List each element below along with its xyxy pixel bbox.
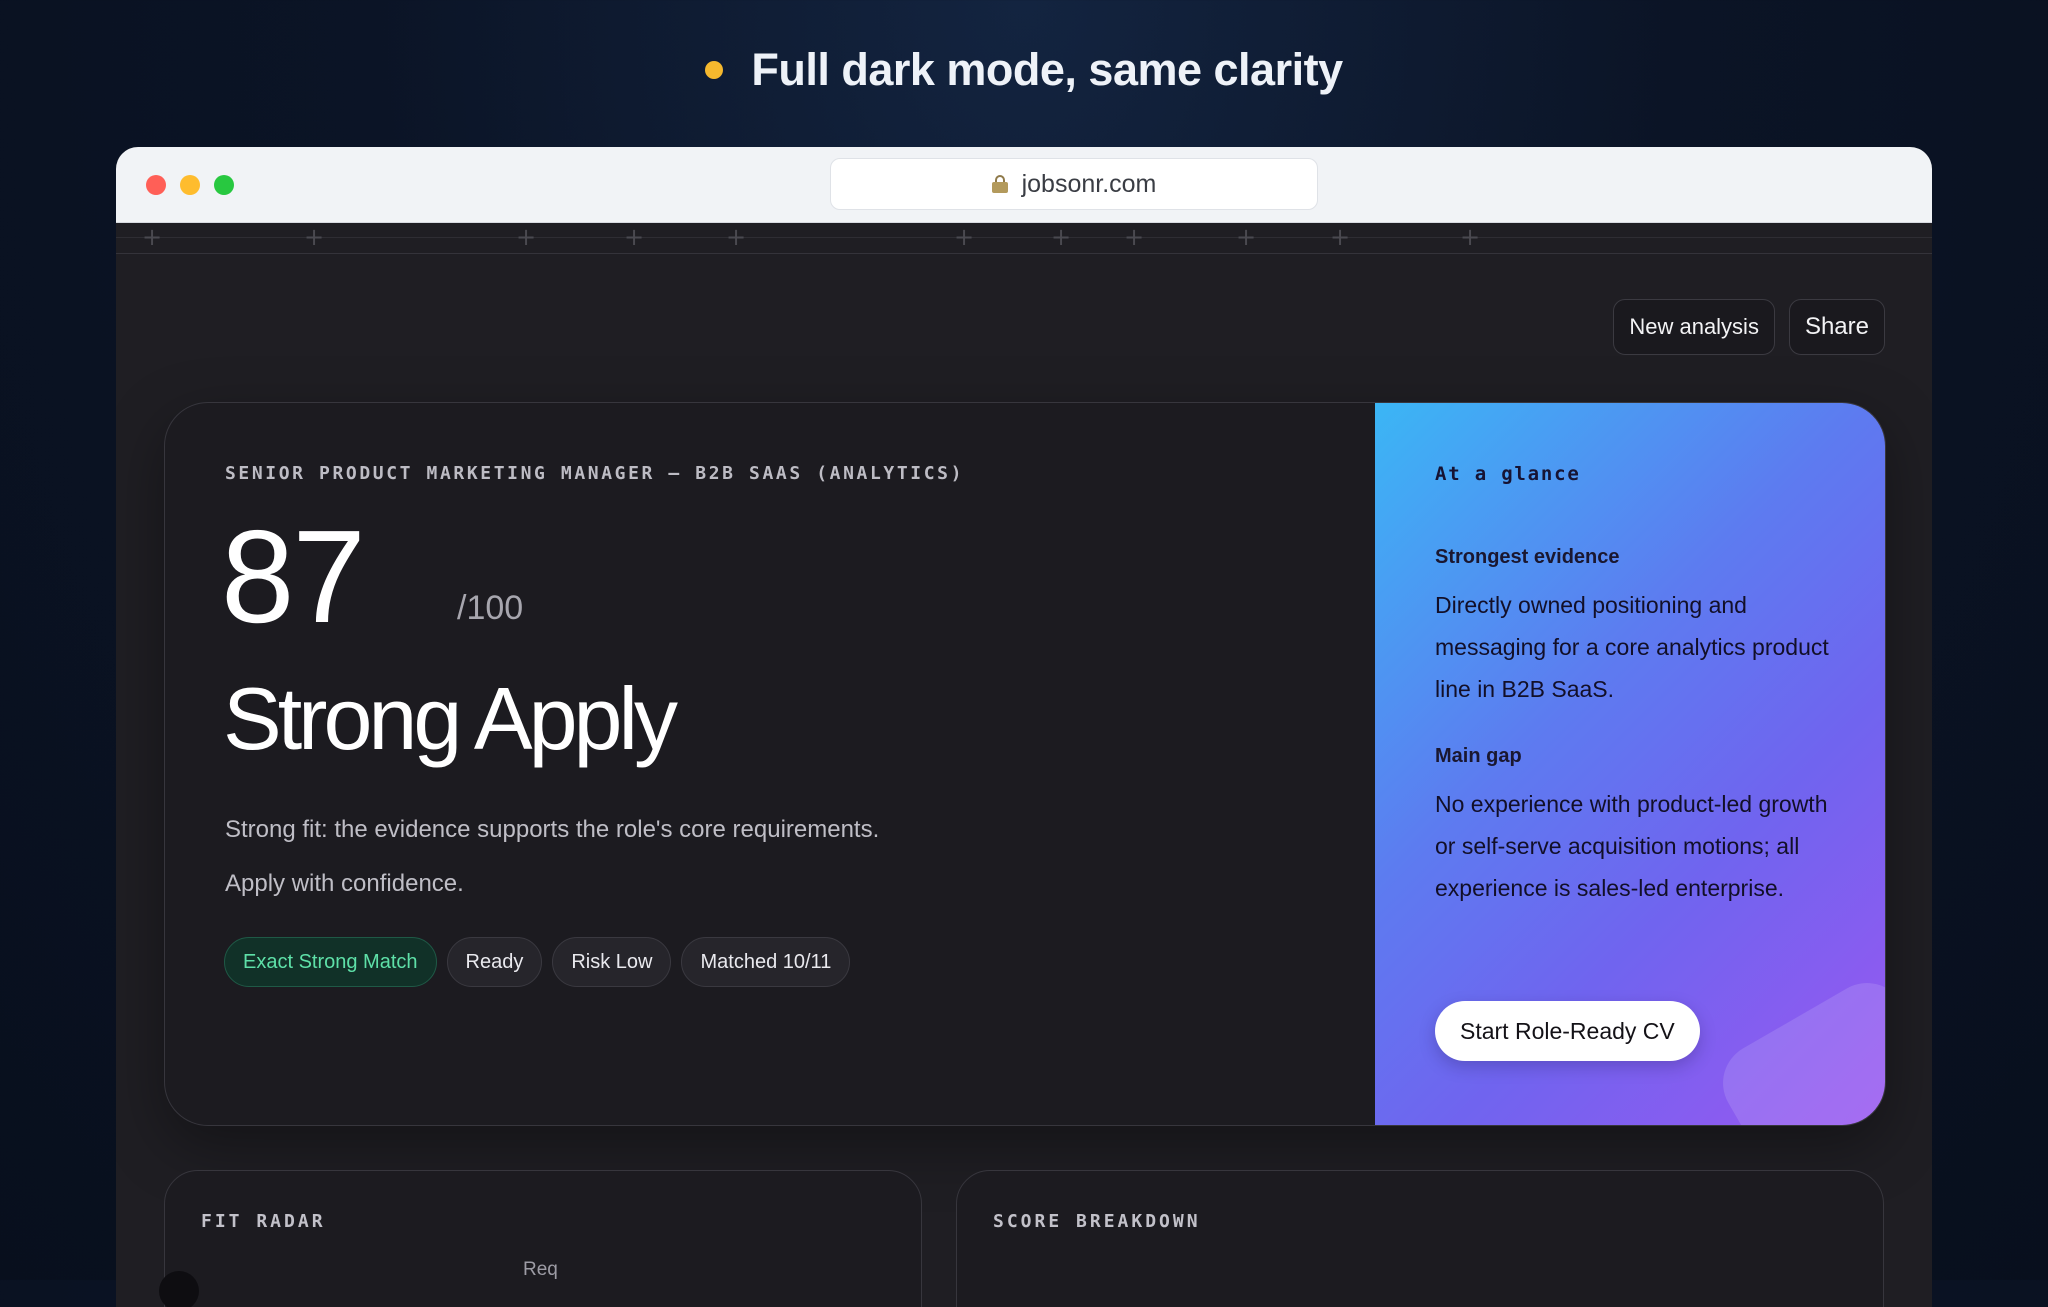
main-gap-text: No experience with product-led growth or… bbox=[1435, 791, 1828, 901]
toolbar: New analysis Share bbox=[1613, 299, 1885, 355]
maximize-window-icon[interactable] bbox=[214, 175, 234, 195]
score-breakdown-panel: SCORE BREAKDOWN bbox=[956, 1170, 1884, 1307]
glance-title: At a glance bbox=[1435, 463, 1581, 485]
verdict-description: Strong fit: the evidence supports the ro… bbox=[225, 803, 985, 911]
browser-window: jobsonr.com + + + + + + + + + + + New an… bbox=[116, 147, 1932, 1307]
window-controls bbox=[146, 175, 234, 195]
matched-count-badge: Matched 10/11 bbox=[681, 937, 851, 987]
new-analysis-button[interactable]: New analysis bbox=[1613, 299, 1775, 355]
url-text: jobsonr.com bbox=[1021, 169, 1157, 198]
address-bar[interactable]: jobsonr.com bbox=[830, 158, 1318, 210]
grid-plus-icon: + bbox=[516, 223, 537, 251]
grid-plus-icon: + bbox=[1330, 223, 1351, 251]
description-line: Strong fit: the evidence supports the ro… bbox=[225, 816, 880, 843]
lock-icon bbox=[991, 175, 1008, 193]
grid-plus-icon: + bbox=[1051, 223, 1072, 251]
radar-axis-label: Req bbox=[523, 1259, 558, 1280]
grid-plus-icon: + bbox=[954, 223, 975, 251]
grid-decoration: + + + + + + + + + + + bbox=[116, 223, 1932, 254]
score-section: SENIOR PRODUCT MARKETING MANAGER — B2B S… bbox=[165, 403, 1375, 1125]
fit-radar-title: FIT RADAR bbox=[201, 1211, 326, 1232]
strongest-evidence-label: Strongest evidence bbox=[1435, 546, 1620, 568]
role-title: SENIOR PRODUCT MARKETING MANAGER — B2B S… bbox=[225, 463, 965, 484]
radar-handle bbox=[159, 1271, 199, 1307]
at-a-glance-panel: At a glance Strongest evidence Directly … bbox=[1375, 403, 1885, 1125]
match-badge: Exact Strong Match bbox=[224, 937, 437, 987]
grid-plus-icon: + bbox=[624, 223, 645, 251]
grid-plus-icon: + bbox=[726, 223, 747, 251]
decorative-shape bbox=[1708, 968, 1885, 1125]
fit-score-max: /100 bbox=[457, 589, 524, 627]
risk-badge: Risk Low bbox=[552, 937, 672, 987]
share-button[interactable]: Share bbox=[1788, 299, 1885, 355]
browser-titlebar: jobsonr.com bbox=[116, 147, 1932, 223]
grid-plus-icon: + bbox=[142, 223, 163, 251]
headline: Full dark mode, same clarity bbox=[0, 44, 2048, 96]
headline-text: Full dark mode, same clarity bbox=[751, 44, 1343, 95]
close-window-icon[interactable] bbox=[146, 175, 166, 195]
status-badges: Exact Strong Match Ready Risk Low Matche… bbox=[224, 937, 851, 987]
verdict-title: Strong Apply bbox=[223, 669, 678, 768]
ready-badge: Ready bbox=[446, 937, 543, 987]
main-gap-label: Main gap bbox=[1435, 745, 1522, 767]
score-breakdown-title: SCORE BREAKDOWN bbox=[993, 1211, 1201, 1232]
fit-score: 87 bbox=[221, 503, 366, 650]
description-line: Apply with confidence. bbox=[225, 870, 464, 897]
strongest-evidence-text: Directly owned positioning and messaging… bbox=[1435, 592, 1829, 702]
grid-plus-icon: + bbox=[1460, 223, 1481, 251]
grid-plus-icon: + bbox=[1236, 223, 1257, 251]
result-card: SENIOR PRODUCT MARKETING MANAGER — B2B S… bbox=[164, 402, 1886, 1126]
bullet-dot-icon bbox=[705, 61, 724, 79]
grid-plus-icon: + bbox=[1124, 223, 1145, 251]
fit-radar-panel: FIT RADAR Req bbox=[159, 1170, 922, 1307]
minimize-window-icon[interactable] bbox=[180, 175, 200, 195]
grid-plus-icon: + bbox=[304, 223, 325, 251]
start-role-ready-cv-button[interactable]: Start Role-Ready CV bbox=[1435, 1001, 1700, 1061]
